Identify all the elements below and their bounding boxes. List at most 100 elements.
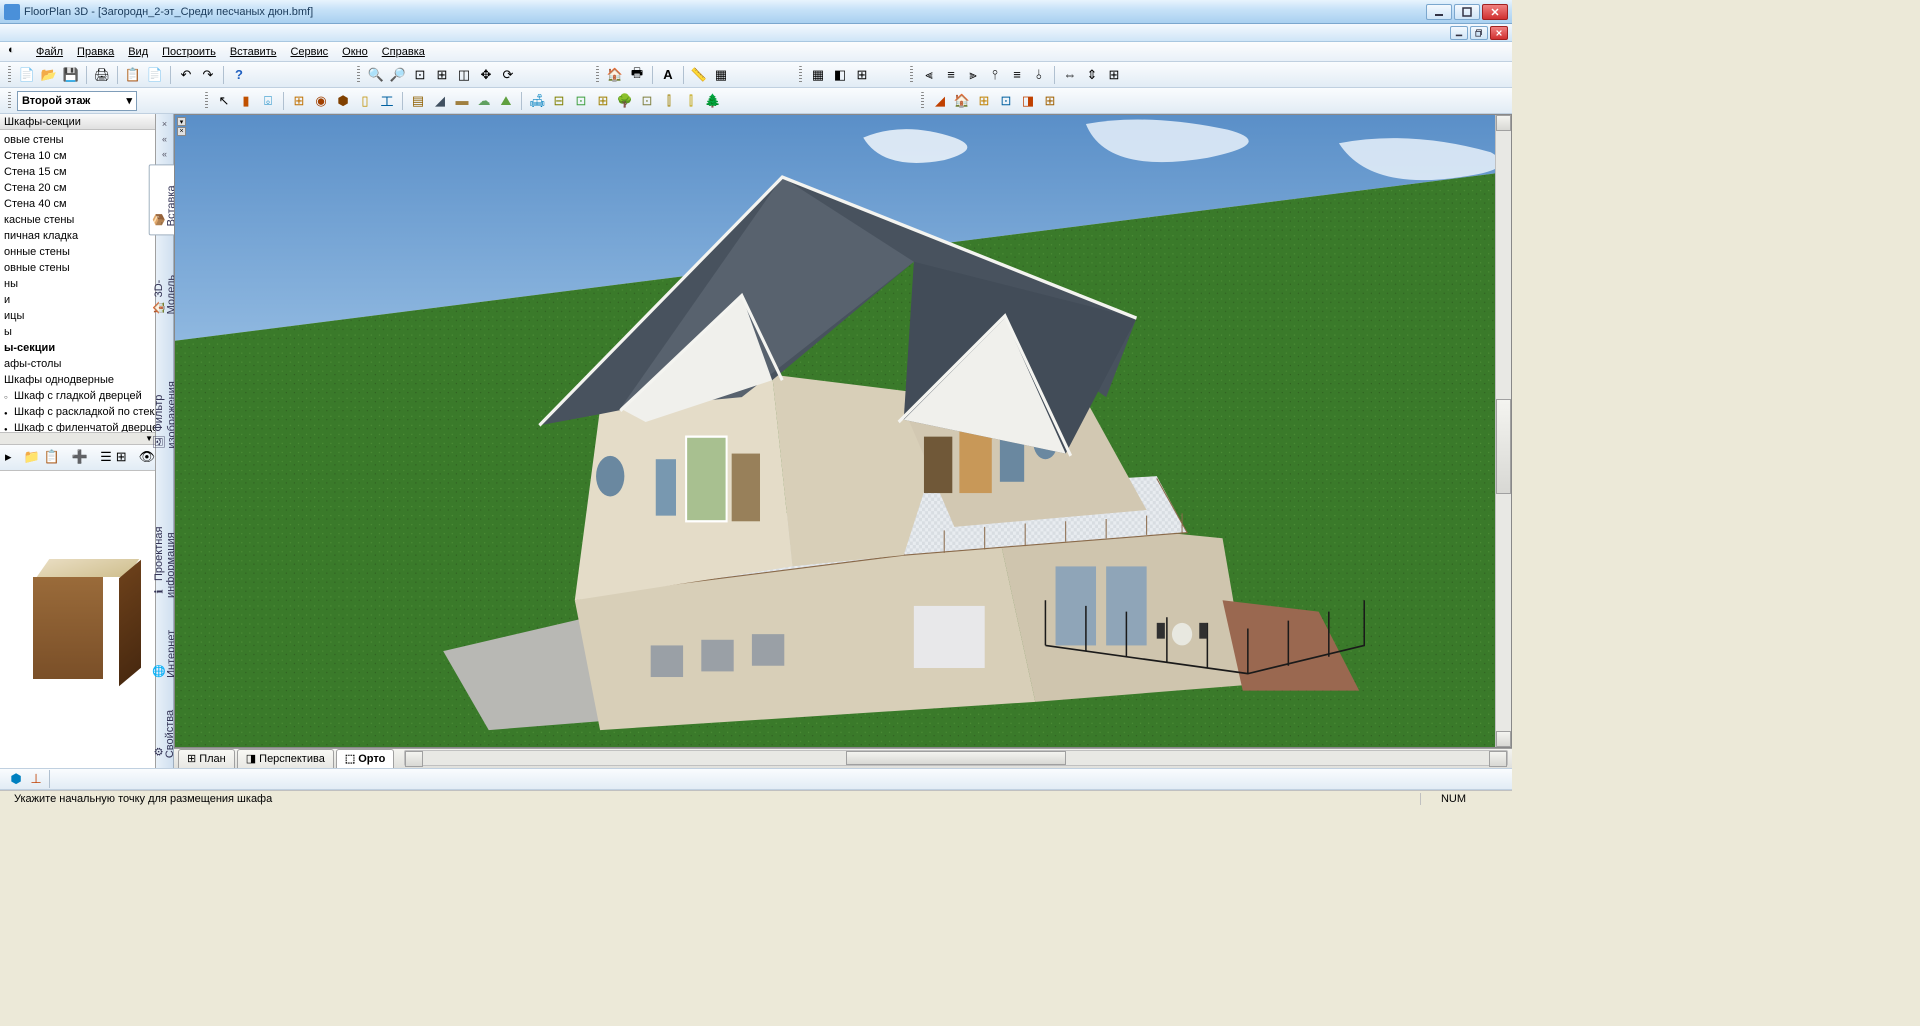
menu-file[interactable]: Файл [30, 44, 69, 60]
fence-tool-icon[interactable]: ⫿ [659, 91, 679, 111]
tree-item[interactable]: Стена 10 см [0, 148, 155, 164]
tab-ortho[interactable]: ⬚Орто [336, 749, 395, 768]
layout-1-icon[interactable]: ▦ [808, 65, 828, 85]
tree-item[interactable]: ны [0, 276, 155, 292]
menu-service[interactable]: Сервис [284, 44, 334, 60]
menu-build[interactable]: Построить [156, 44, 222, 60]
close-button[interactable] [1482, 4, 1508, 20]
path-tool-icon[interactable]: ⫿ [681, 91, 701, 111]
grid-icon[interactable]: ▦ [711, 65, 731, 85]
catalog-insert-icon[interactable]: ▸ [4, 447, 13, 467]
view3d-3-icon[interactable]: ⊞ [974, 91, 994, 111]
undo-icon[interactable]: ↶ [176, 65, 196, 85]
mdi-minimize-button[interactable] [1450, 26, 1468, 40]
electrical-tool-icon[interactable]: ⊡ [637, 91, 657, 111]
fixture-tool-icon[interactable]: ⬢ [333, 91, 353, 111]
align-right-icon[interactable]: ⫸ [963, 65, 983, 85]
align-extra-icon[interactable]: ⊞ [1104, 65, 1124, 85]
tree-item[interactable]: Шкафы однодверные [0, 372, 155, 388]
zoom-in-icon[interactable]: 🔍 [366, 65, 386, 85]
dimension-icon[interactable]: 📏 [689, 65, 709, 85]
roof-tool-icon[interactable]: ◢ [430, 91, 450, 111]
tree-item[interactable]: овные стены [0, 260, 155, 276]
pan-icon[interactable]: ✥ [476, 65, 496, 85]
tree-item[interactable]: пичная кладка [0, 228, 155, 244]
hscroll-thumb[interactable] [846, 751, 1066, 765]
tree-item[interactable]: Стена 40 см [0, 196, 155, 212]
view3d-4-icon[interactable]: ⊡ [996, 91, 1016, 111]
tree-item[interactable]: касные стены [0, 212, 155, 228]
print-icon[interactable]: 🖨 [92, 65, 112, 85]
print-preview-icon[interactable]: 🖶 [627, 65, 647, 85]
window-tool-icon[interactable]: ⊞ [289, 91, 309, 111]
paste-icon[interactable]: 📄 [145, 65, 165, 85]
catalog-new-icon[interactable]: 📁 [23, 447, 41, 467]
align-left-icon[interactable]: ⫷ [919, 65, 939, 85]
tree-item[interactable]: Шкаф с филенчатой дверцей [0, 420, 155, 432]
catalog-list-icon[interactable]: ☰ [99, 447, 113, 467]
align-top-icon[interactable]: ⫯ [985, 65, 1005, 85]
new-file-icon[interactable]: 📄 [17, 65, 37, 85]
vertical-scrollbar[interactable] [1495, 115, 1511, 747]
column-tool-icon[interactable]: ▯ [355, 91, 375, 111]
stairs-tool-icon[interactable]: ▤ [408, 91, 428, 111]
mdi-restore-button[interactable] [1470, 26, 1488, 40]
select-tool-icon[interactable]: ↖ [214, 91, 234, 111]
viewport-handle-2[interactable]: × [177, 127, 186, 136]
door-tool-icon[interactable]: ⌻ [258, 91, 278, 111]
snap-icon[interactable]: ⬢ [6, 769, 26, 789]
tree-item[interactable]: афы-столы [0, 356, 155, 372]
tab-pin2-icon[interactable]: « [158, 148, 172, 161]
app-menu-icon[interactable]: ◐ [8, 44, 24, 60]
tab-plan[interactable]: ⊞План [178, 749, 235, 768]
catalog-add-icon[interactable]: ➕ [71, 447, 89, 467]
menu-window[interactable]: Окно [336, 44, 374, 60]
tab-collapse-icon[interactable]: × [158, 118, 172, 131]
menu-insert[interactable]: Вставить [224, 44, 283, 60]
tab-pin-icon[interactable]: « [158, 133, 172, 146]
tree-item[interactable]: ы [0, 324, 155, 340]
help-icon[interactable]: ? [229, 65, 249, 85]
distribute-v-icon[interactable]: ⇕ [1082, 65, 1102, 85]
catalog-detail-icon[interactable]: ⊞ [115, 447, 128, 467]
zoom-selection-icon[interactable]: ◫ [454, 65, 474, 85]
menu-edit[interactable]: Правка [71, 44, 120, 60]
refresh-icon[interactable]: ⟳ [498, 65, 518, 85]
zoom-out-icon[interactable]: 🔎 [388, 65, 408, 85]
horizontal-scrollbar[interactable] [404, 750, 1508, 766]
tree-item[interactable]: овые стены [0, 132, 155, 148]
layout-2-icon[interactable]: ◧ [830, 65, 850, 85]
furniture-tool-icon[interactable]: 🛋 [527, 91, 547, 111]
scroll-up-icon[interactable] [1496, 115, 1511, 131]
scroll-thumb[interactable] [1496, 399, 1511, 494]
zoom-extents-icon[interactable]: ⊞ [432, 65, 452, 85]
menu-help[interactable]: Справка [376, 44, 431, 60]
render-icon[interactable]: 🏠 [605, 65, 625, 85]
view3d-1-icon[interactable]: ◢ [930, 91, 950, 111]
appliance-tool-icon[interactable]: ⊟ [549, 91, 569, 111]
tree-item[interactable]: ы-секции [0, 340, 155, 356]
view3d-6-icon[interactable]: ⊞ [1040, 91, 1060, 111]
minimize-button[interactable] [1426, 4, 1452, 20]
tab-perspective[interactable]: ◨Перспектива [237, 749, 334, 768]
cabinet-tool-icon[interactable]: ⊡ [571, 91, 591, 111]
text-icon[interactable]: A [658, 65, 678, 85]
redo-icon[interactable]: ↷ [198, 65, 218, 85]
align-bottom-icon[interactable]: ⫰ [1029, 65, 1049, 85]
ortho-mode-icon[interactable]: ⊥ [26, 769, 46, 789]
copy-icon[interactable]: 📋 [123, 65, 143, 85]
wall-tool-icon[interactable]: ▮ [236, 91, 256, 111]
opening-tool-icon[interactable]: ◉ [311, 91, 331, 111]
maximize-button[interactable] [1454, 4, 1480, 20]
align-center-h-icon[interactable]: ≡ [941, 65, 961, 85]
tree-item[interactable]: Стена 15 см [0, 164, 155, 180]
zoom-window-icon[interactable]: ⊡ [410, 65, 430, 85]
catalog-tree[interactable]: овые стеныСтена 10 смСтена 15 смСтена 20… [0, 130, 155, 432]
terrain-tool-icon[interactable]: ⛰ [496, 91, 516, 111]
beam-tool-icon[interactable]: 工 [377, 91, 397, 111]
catalog-copy-icon[interactable]: 📋 [43, 447, 61, 467]
floor-selector[interactable]: Второй этаж ▾ [17, 91, 137, 111]
slab-tool-icon[interactable]: ▬ [452, 91, 472, 111]
scroll-down-icon[interactable] [1496, 731, 1511, 747]
view3d-5-icon[interactable]: ◨ [1018, 91, 1038, 111]
